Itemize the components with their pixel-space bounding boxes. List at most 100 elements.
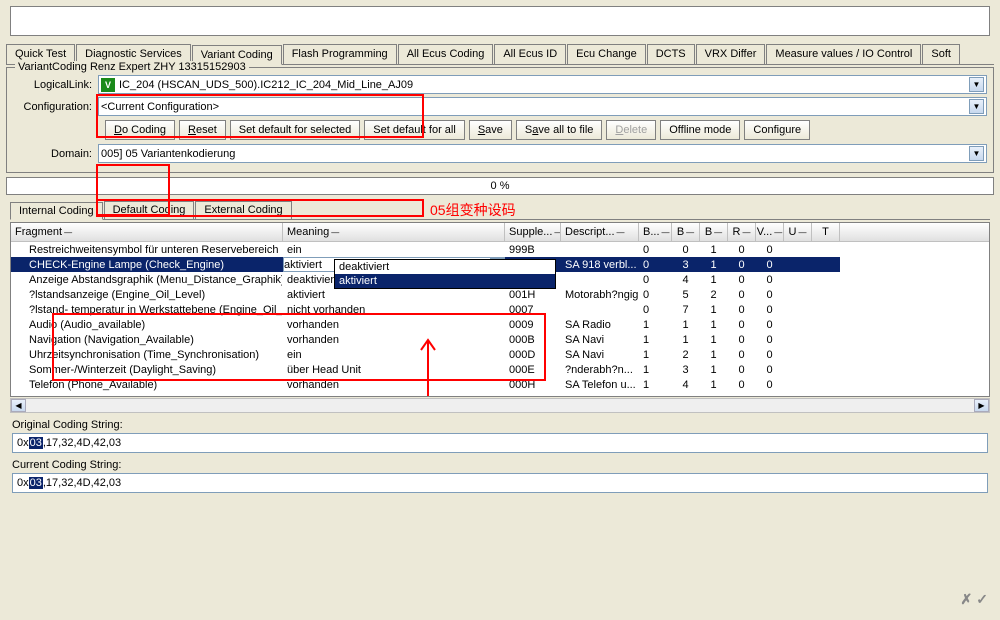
cell-num: 0 bbox=[728, 272, 756, 287]
option-aktiviert[interactable]: aktiviert bbox=[335, 274, 555, 288]
set-default-selected-button[interactable]: Set default for selected bbox=[230, 120, 361, 140]
table-row[interactable]: Restreichweitensymbol für unteren Reserv… bbox=[11, 242, 989, 257]
col-t[interactable]: T bbox=[812, 223, 840, 241]
scroll-left-icon[interactable]: ◀ bbox=[11, 399, 26, 412]
table-row[interactable]: Audio (Audio_available)vorhanden0009SA R… bbox=[11, 317, 989, 332]
original-coding-value[interactable]: 0x03,17,32,4D,42,03 bbox=[12, 433, 988, 453]
cell-num: 2 bbox=[700, 287, 728, 302]
cell-fragment: ?lstand- temperatur in Werkstattebene (E… bbox=[11, 302, 283, 317]
logical-link-label: LogicalLink: bbox=[13, 79, 98, 91]
save-all-button[interactable]: Save all to file bbox=[516, 120, 603, 140]
tab-default-coding[interactable]: Default Coding bbox=[104, 201, 195, 219]
col-b2[interactable]: B— bbox=[672, 223, 700, 241]
cell-meaning[interactable]: über Head Unit bbox=[283, 362, 505, 377]
table-row[interactable]: ?lstand- temperatur in Werkstattebene (E… bbox=[11, 302, 989, 317]
configuration-dropdown[interactable]: <Current Configuration> ▼ bbox=[98, 97, 987, 116]
col-supple[interactable]: Supple...— bbox=[505, 223, 561, 241]
col-v[interactable]: V...— bbox=[756, 223, 784, 241]
scroll-right-icon[interactable]: ▶ bbox=[974, 399, 989, 412]
col-fragment[interactable]: Fragment— bbox=[11, 223, 283, 241]
save-button[interactable]: Save bbox=[469, 120, 512, 140]
cell-num: 1 bbox=[700, 302, 728, 317]
cell-descript: SA Radio bbox=[561, 317, 639, 332]
cell-fragment: Sommer-/Winterzeit (Daylight_Saving) bbox=[11, 362, 283, 377]
cell-num: 1 bbox=[700, 242, 728, 257]
scroll-track[interactable] bbox=[26, 399, 974, 412]
cell-num: 0 bbox=[728, 287, 756, 302]
coding-table[interactable]: Fragment— Meaning— Supple...— Descript..… bbox=[10, 222, 990, 397]
confirm-icon[interactable]: ✓ bbox=[976, 591, 988, 608]
cell-descript: SA Navi bbox=[561, 332, 639, 347]
cell-meaning[interactable]: aktiviert bbox=[283, 287, 505, 302]
table-row[interactable]: ?lstandsanzeige (Engine_Oil_Level)aktivi… bbox=[11, 287, 989, 302]
cell-meaning[interactable]: ein bbox=[283, 242, 505, 257]
cell-num: 1 bbox=[639, 377, 672, 392]
offline-mode-button[interactable]: Offline mode bbox=[660, 120, 740, 140]
cell-descript: ?nderabh?n... bbox=[561, 362, 639, 377]
tab-all-ecus-id[interactable]: All Ecus ID bbox=[494, 44, 566, 64]
col-b3[interactable]: B— bbox=[700, 223, 728, 241]
cell-meaning[interactable]: vorhanden bbox=[283, 317, 505, 332]
tab-measure-values[interactable]: Measure values / IO Control bbox=[766, 44, 921, 64]
cell-num: 7 bbox=[672, 302, 700, 317]
cell-num: 0 bbox=[728, 257, 756, 272]
cell-num: 0 bbox=[639, 242, 672, 257]
cell-num: 4 bbox=[672, 272, 700, 287]
chevron-down-icon[interactable]: ▼ bbox=[969, 99, 984, 114]
tab-dcts[interactable]: DCTS bbox=[647, 44, 695, 64]
tab-soft[interactable]: Soft bbox=[922, 44, 960, 64]
tab-all-ecus-coding[interactable]: All Ecus Coding bbox=[398, 44, 494, 64]
meaning-dropdown-open[interactable]: deaktiviert aktiviert bbox=[334, 259, 556, 289]
configuration-label: Configuration: bbox=[13, 101, 98, 113]
cell-num: 0 bbox=[728, 242, 756, 257]
col-r[interactable]: R— bbox=[728, 223, 756, 241]
cell-num: 0 bbox=[728, 377, 756, 392]
horizontal-scrollbar[interactable]: ◀ ▶ bbox=[10, 398, 990, 413]
col-b1[interactable]: B...— bbox=[639, 223, 672, 241]
set-default-all-button[interactable]: Set default for all bbox=[364, 120, 465, 140]
domain-label: Domain: bbox=[13, 148, 98, 160]
col-u[interactable]: U— bbox=[784, 223, 812, 241]
table-row[interactable]: Uhrzeitsynchronisation (Time_Synchronisa… bbox=[11, 347, 989, 362]
confirm-cancel-icons: ✗ ✓ bbox=[961, 591, 988, 608]
col-descript[interactable]: Descript...— bbox=[561, 223, 639, 241]
option-deaktiviert[interactable]: deaktiviert bbox=[335, 260, 555, 274]
chevron-down-icon[interactable]: ▼ bbox=[969, 77, 984, 92]
cell-num: 1 bbox=[700, 272, 728, 287]
cell-num: 3 bbox=[672, 257, 700, 272]
tab-internal-coding[interactable]: Internal Coding bbox=[10, 202, 103, 220]
reset-button[interactable]: Reset bbox=[179, 120, 226, 140]
cell-meaning[interactable]: vorhanden bbox=[283, 377, 505, 392]
cell-meaning[interactable]: ein bbox=[283, 347, 505, 362]
table-row[interactable]: Navigation (Navigation_Available)vorhand… bbox=[11, 332, 989, 347]
domain-dropdown[interactable]: 005] 05 Variantenkodierung ▼ bbox=[98, 144, 987, 163]
cell-num: 0 bbox=[756, 257, 784, 272]
cell-num: 0 bbox=[728, 317, 756, 332]
cell-num bbox=[812, 377, 840, 392]
do-coding-button[interactable]: Do Coding bbox=[105, 120, 175, 140]
cancel-icon[interactable]: ✗ bbox=[961, 591, 973, 608]
cell-num: 0 bbox=[756, 362, 784, 377]
status-badge-icon: V bbox=[101, 78, 115, 92]
tab-flash-programming[interactable]: Flash Programming bbox=[283, 44, 397, 64]
logical-link-dropdown[interactable]: V IC_204 (HSCAN_UDS_500).IC212_IC_204_Mi… bbox=[98, 75, 987, 94]
col-meaning[interactable]: Meaning— bbox=[283, 223, 505, 241]
cell-meaning[interactable]: nicht vorhanden bbox=[283, 302, 505, 317]
progress-bar: 0 % bbox=[6, 177, 994, 195]
cell-descript bbox=[561, 302, 639, 317]
tab-ecu-change[interactable]: Ecu Change bbox=[567, 44, 646, 64]
cell-num: 0 bbox=[728, 362, 756, 377]
tab-vrx-differ[interactable]: VRX Differ bbox=[696, 44, 766, 64]
cell-supple: 001H bbox=[505, 287, 561, 302]
current-coding-value[interactable]: 0x03,17,32,4D,42,03 bbox=[12, 473, 988, 493]
tab-external-coding[interactable]: External Coding bbox=[195, 201, 291, 219]
chevron-down-icon[interactable]: ▼ bbox=[969, 146, 984, 161]
table-row[interactable]: Sommer-/Winterzeit (Daylight_Saving)über… bbox=[11, 362, 989, 377]
cell-num: 0 bbox=[756, 317, 784, 332]
cell-num bbox=[784, 347, 812, 362]
cell-fragment: Anzeige Abstandsgraphik (Menu_Distance_G… bbox=[11, 272, 283, 287]
configure-button[interactable]: Configure bbox=[744, 120, 810, 140]
cell-meaning[interactable]: vorhanden bbox=[283, 332, 505, 347]
table-row[interactable]: Telefon (Phone_Available)vorhanden000HSA… bbox=[11, 377, 989, 392]
cell-num bbox=[812, 317, 840, 332]
